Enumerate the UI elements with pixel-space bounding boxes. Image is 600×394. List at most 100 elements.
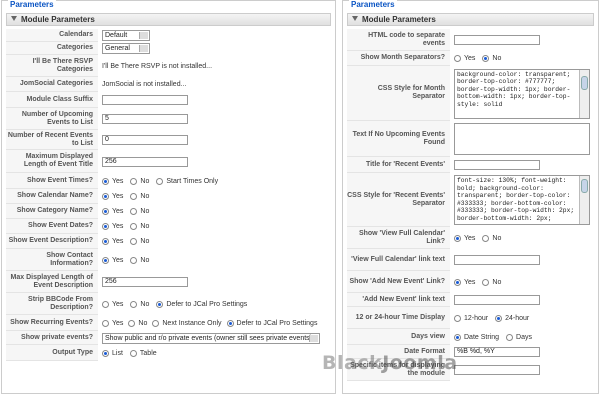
desclen-input[interactable]: 256 <box>102 277 188 287</box>
date-format-input[interactable]: %B %d, %Y <box>454 347 540 357</box>
watermark-logo: BlackJoomla <box>322 352 458 374</box>
times-start-option[interactable]: Start Times Only <box>156 177 218 185</box>
radio-icon <box>482 234 490 242</box>
times-no-option[interactable]: No <box>130 177 149 185</box>
calname-yes-option[interactable]: Yes <box>102 193 123 200</box>
add-event-text-input[interactable] <box>454 295 540 305</box>
bbcode-no-option[interactable]: No <box>130 300 149 308</box>
scroll-thumb[interactable] <box>581 179 588 193</box>
left-panel-legend: Parameters <box>8 0 56 9</box>
recent-input[interactable]: 0 <box>102 135 188 145</box>
no-upcoming-textarea[interactable] <box>454 123 590 155</box>
scroll-thumb[interactable] <box>581 75 588 90</box>
full-cal-text-input[interactable] <box>454 255 540 265</box>
month-css-label: CSS Style for Month Separator <box>347 66 450 121</box>
dates-no-option[interactable]: No <box>130 223 149 230</box>
month-sep-yes-option[interactable]: Yes <box>454 55 475 62</box>
recent-title-input[interactable] <box>454 160 540 170</box>
catname-no-option[interactable]: No <box>130 208 149 215</box>
month-sep-no-label: No <box>492 55 502 62</box>
add-event-yes-option[interactable]: Yes <box>454 278 476 286</box>
bbcode-yes-option[interactable]: Yes <box>102 300 123 308</box>
jomsocial-label: JomSocial Categories <box>6 77 98 92</box>
radio-icon <box>482 55 490 62</box>
full-cal-no-option[interactable]: No <box>482 234 501 242</box>
recent-css-row: CSS Style for 'Recent Events' Separator … <box>347 173 594 227</box>
radio-icon <box>454 55 461 62</box>
left-parameters-panel: Parameters Module Parameters Calendars D… <box>1 0 336 394</box>
radio-icon <box>454 278 461 286</box>
catname-yes-label: Yes <box>112 208 124 215</box>
times-row: Show Event Times? Yes No Start Times Onl… <box>6 173 331 189</box>
output-table-option[interactable]: Table <box>129 349 157 357</box>
suffix-row: Module Class Suffix <box>6 92 331 108</box>
bbcode-defer-option[interactable]: Defer to JCal Pro Settings <box>156 300 247 308</box>
upcoming-row: Number of Upcoming Events to List 5 <box>6 108 331 130</box>
desc-no-option[interactable]: No <box>130 238 149 245</box>
recent-css-textarea[interactable]: font-size: 130%; font-weight: bold; back… <box>454 175 590 225</box>
recurring-label: Show Recurring Events? <box>6 315 98 331</box>
output-list-option[interactable]: List <box>102 349 123 357</box>
jomsocial-note: JomSocial is not installed... <box>102 81 187 88</box>
recurring-no-option[interactable]: No <box>128 319 148 327</box>
time-display-label: 12 or 24-hour Time Display <box>347 307 450 329</box>
private-select[interactable]: Show public and r/o private events (owne… <box>102 332 320 344</box>
month-css-scrollbar[interactable] <box>579 69 589 118</box>
left-module-parameters-header[interactable]: Module Parameters <box>6 13 331 26</box>
time-24h-option[interactable]: 24-hour <box>495 314 529 322</box>
days-view-days-option[interactable]: Days <box>506 333 532 341</box>
calname-no-option[interactable]: No <box>130 193 149 200</box>
html-sep-input[interactable] <box>454 35 540 45</box>
radio-icon <box>128 319 136 327</box>
radio-icon <box>130 256 138 264</box>
month-sep-no-option[interactable]: No <box>482 55 501 62</box>
full-cal-text-row: 'View Full Calendar' link text <box>347 249 594 271</box>
catname-row: Show Category Name? Yes No <box>6 204 331 219</box>
times-yes-option[interactable]: Yes <box>102 177 123 185</box>
radio-icon <box>506 333 514 341</box>
dates-no-label: No <box>140 223 150 230</box>
radio-icon <box>130 193 138 200</box>
radio-icon <box>129 349 137 357</box>
recurring-no-label: No <box>138 319 148 327</box>
bbcode-row: Strip BBCode From Description? Yes No De… <box>6 293 331 315</box>
add-event-yes-label: Yes <box>464 278 476 286</box>
specific-input[interactable] <box>454 365 540 375</box>
contact-no-option[interactable]: No <box>130 256 149 264</box>
month-css-textarea[interactable]: background-color: transparent; border-to… <box>454 68 590 119</box>
recent-css-scrollbar[interactable] <box>579 176 589 224</box>
month-sep-yes-label: Yes <box>464 55 476 62</box>
catname-no-label: No <box>140 208 150 215</box>
time-12h-option[interactable]: 12-hour <box>454 314 489 322</box>
add-event-no-option[interactable]: No <box>482 278 501 286</box>
suffix-input[interactable] <box>102 95 188 105</box>
days-view-date-option[interactable]: Date String <box>454 333 499 341</box>
dates-yes-option[interactable]: Yes <box>102 223 123 230</box>
recurring-yes-option[interactable]: Yes <box>102 319 123 327</box>
html-sep-label: HTML code to separate events <box>347 29 450 51</box>
contact-yes-option[interactable]: Yes <box>102 256 123 264</box>
recurring-row: Show Recurring Events? Yes No Next Insta… <box>6 315 331 331</box>
time-12h-label: 12-hour <box>464 314 489 322</box>
recurring-defer-option[interactable]: Defer to JCal Pro Settings <box>226 319 317 327</box>
upcoming-input[interactable]: 5 <box>102 114 188 124</box>
categories-select[interactable]: General <box>102 43 150 54</box>
radio-icon <box>152 319 160 327</box>
right-module-parameters-header[interactable]: Module Parameters <box>347 13 594 26</box>
jomsocial-row: JomSocial Categories JomSocial is not in… <box>6 77 331 92</box>
maxlen-input[interactable]: 256 <box>102 156 188 167</box>
catname-yes-option[interactable]: Yes <box>102 208 123 215</box>
recurring-next-option[interactable]: Next Instance Only <box>152 319 222 327</box>
calendars-row: Calendars Default <box>6 29 331 42</box>
rsvp-note: I'll Be There RSVP is not installed... <box>102 62 213 70</box>
dates-yes-label: Yes <box>112 223 124 230</box>
desc-no-label: No <box>140 238 150 245</box>
full-cal-row: Show 'View Full Calendar' Link? Yes No <box>347 227 594 249</box>
desc-yes-option[interactable]: Yes <box>102 238 123 245</box>
calendars-select[interactable]: Default <box>102 30 150 41</box>
html-sep-row: HTML code to separate events <box>347 29 594 51</box>
radio-icon <box>156 300 164 308</box>
full-cal-yes-option[interactable]: Yes <box>454 234 475 242</box>
contact-label: Show Contact Information? <box>6 249 98 271</box>
dates-label: Show Event Dates? <box>6 219 98 234</box>
